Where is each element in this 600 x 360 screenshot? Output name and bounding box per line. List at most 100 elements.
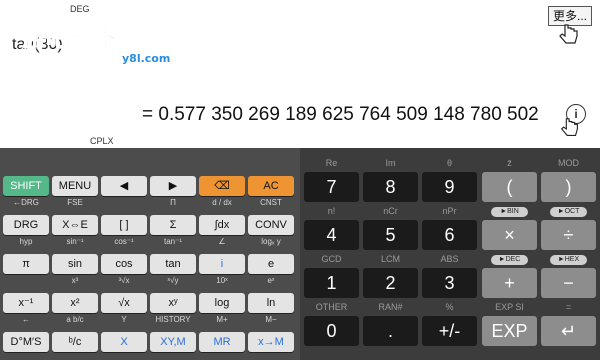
shift-label: a b/c [66,315,84,324]
shift-label: d / dx [212,198,232,207]
base-convert-badge[interactable]: ►OCT [550,207,587,217]
shift-label: Y [121,315,127,324]
shift-label: CNST [260,198,282,207]
key-symbol-button[interactable]: [ ] [101,215,147,235]
key-5-button[interactable]: 5 [363,220,418,250]
key-x-button[interactable]: x² [52,293,98,313]
key-7-button[interactable]: 7 [304,172,359,202]
key-x-button[interactable]: √x [101,293,147,313]
scientific-keypad: SHIFT MENU ◀ ▶ ⌫ AC ←DRG FSE Πd / dx CNST DRG X⇔E[ … [0,148,300,360]
key-symbol-button[interactable]: ◀ [101,176,147,196]
key-i-button[interactable]: i [199,254,245,274]
key-symbol-button[interactable]: +/- [422,316,477,346]
key-0-button[interactable]: 0 [304,316,359,346]
key-9-button[interactable]: 9 [422,172,477,202]
function-label: = [565,302,572,312]
key-symbol-button[interactable]: + [482,268,537,298]
hand-cursor-icon [559,24,578,44]
key-d-m-s-button[interactable]: D°M′S [3,332,49,352]
key-x-button[interactable]: x⁻¹ [3,293,49,313]
result-value: = 0.577 350 269 189 625 764 509 148 780 … [142,104,539,125]
calculator-display: DEG tan(30) 游吧乐下载 y8l.com 更多... = 0.577 … [0,0,600,148]
key-symbol-button[interactable]: ▶ [150,176,196,196]
key-mr-button[interactable]: MR [199,332,245,352]
key-log-button[interactable]: log [199,293,245,313]
key-symbol-button[interactable]: ↵ [541,316,596,346]
key-symbol-button[interactable]: × [482,220,537,250]
key-sin-button[interactable]: sin [52,254,98,274]
key-exp-button[interactable]: EXP [482,316,537,346]
function-label: GCD [321,254,342,264]
key-e-button[interactable]: e [248,254,294,274]
function-label: nCr [383,206,398,216]
key-symbol-button[interactable]: π [3,254,49,274]
watermark-logo: 游吧乐下载 y8l.com [22,20,182,73]
shift-label: eˣ [267,276,275,285]
key-6-button[interactable]: 6 [422,220,477,250]
shift-label: x³ [71,276,79,285]
key-dx-button[interactable]: ∫dx [199,215,245,235]
shift-label: ←DRG [13,198,39,207]
function-label: % [445,302,454,312]
key-4-button[interactable]: 4 [304,220,359,250]
shift-label: HISTORY [155,315,191,324]
key-shift-button[interactable]: SHIFT [3,176,49,196]
key-3-button[interactable]: 3 [422,268,477,298]
key-x-m-button[interactable]: x→M [248,332,294,352]
key-symbol-button[interactable]: − [541,268,596,298]
key-ac-button[interactable]: AC [248,176,294,196]
function-label: RAN# [378,302,403,312]
shift-label: ∠ [218,237,226,246]
complex-mode-indicator: CPLX [90,136,114,146]
angle-mode-indicator: DEG [70,4,90,14]
key-drg-button[interactable]: DRG [3,215,49,235]
key-conv-button[interactable]: CONV [248,215,294,235]
shift-label: M+ [216,315,228,324]
function-label: OTHER [315,302,348,312]
shift-label: cos⁻¹ [114,237,134,246]
function-label: θ [446,158,452,168]
key-c-button[interactable]: ᵇ/c [52,332,98,352]
key-symbol-button[interactable]: ( [482,172,537,202]
shift-label: ˣ√y [167,276,179,285]
shift-label: sin⁻¹ [66,237,84,246]
key-x-button[interactable]: X [101,332,147,352]
function-label: LCM [380,254,400,264]
shift-label: hyp [19,237,33,246]
key-symbol-button[interactable]: ÷ [541,220,596,250]
key-symbol-button[interactable]: . [363,316,418,346]
function-label: n! [327,206,336,216]
key-8-button[interactable]: 8 [363,172,418,202]
shift-label: FSE [67,198,83,207]
key-ln-button[interactable]: ln [248,293,294,313]
key-x-e-button[interactable]: X⇔E [52,215,98,235]
base-convert-badge[interactable]: ►DEC [491,255,528,265]
key-xy-m-button[interactable]: XY,M [150,332,196,352]
key-symbol-button[interactable]: Σ [150,215,196,235]
shift-label: 10ˣ [216,276,228,285]
keypad: SHIFT MENU ◀ ▶ ⌫ AC ←DRG FSE Πd / dx CNST DRG X⇔E[ … [0,148,600,360]
key-2-button[interactable]: 2 [363,268,418,298]
function-label: Re [325,158,338,168]
key-tan-button[interactable]: tan [150,254,196,274]
shift-label: tan⁻¹ [163,237,182,246]
key-1-button[interactable]: 1 [304,268,359,298]
base-convert-badge[interactable]: ►HEX [550,255,587,265]
key-cos-button[interactable]: cos [101,254,147,274]
key-menu-button[interactable]: MENU [52,176,98,196]
pointer-hand-icon [560,118,578,136]
watermark-sub-text: y8l.com [122,52,170,65]
shift-label: M− [265,315,277,324]
key-x-button[interactable]: xʸ [150,293,196,313]
function-label: EXP SI [495,302,524,312]
shift-label: logₓ y [261,237,281,246]
function-label: Im [385,158,396,168]
key-symbol-button[interactable]: ) [541,172,596,202]
key-symbol-button[interactable]: ⌫ [199,176,245,196]
watermark-main-text: 游吧乐下载 [22,24,142,52]
base-convert-badge[interactable]: ►BIN [491,207,528,217]
function-label: z̄ [507,158,512,168]
shift-label: Π [170,198,176,207]
function-label: nPr [442,206,457,216]
shift-label: ← [22,315,30,324]
